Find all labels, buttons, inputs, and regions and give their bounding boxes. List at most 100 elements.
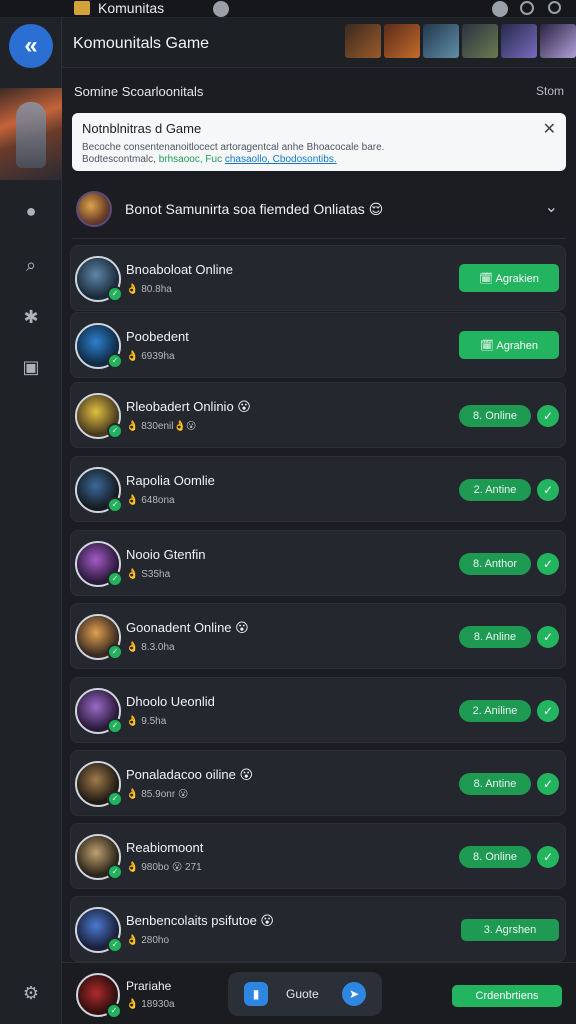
- friend-meta: 👌 80.8ha: [126, 284, 172, 295]
- check-icon: ✓: [107, 937, 123, 953]
- check-icon: ✓: [107, 423, 123, 439]
- friend-name: Benbencolaits psifutoe 😮: [126, 913, 274, 928]
- chat-icon[interactable]: ▮: [244, 982, 268, 1006]
- settings-icon[interactable]: [520, 1, 534, 15]
- check-icon: ✓: [107, 718, 123, 734]
- banner-tile: [345, 24, 381, 58]
- profile-icon[interactable]: ●: [20, 200, 42, 222]
- section-title: Somine Scoarloonitals: [74, 84, 204, 99]
- check-icon: ✓: [107, 286, 123, 302]
- divider: [72, 238, 566, 239]
- back-button[interactable]: «: [9, 24, 53, 68]
- list-item[interactable]: ✓ Poobedent 👌 6939ha 🗓 Agrahen: [70, 312, 566, 378]
- banner-tile: [462, 24, 498, 58]
- friend-meta: 👌 6939ha: [126, 351, 175, 362]
- header: Komounitals Game: [62, 18, 576, 68]
- notice-line: Becoche consentenanoitlocect artoragentc…: [82, 142, 385, 153]
- status-badge[interactable]: 2. Antine: [459, 479, 531, 501]
- check-icon[interactable]: ✓: [537, 846, 559, 868]
- check-icon: ✓: [106, 1003, 122, 1019]
- friend-meta: 👌 980bo 😮 271: [126, 862, 202, 873]
- game-banner: [345, 24, 576, 58]
- friend-meta: 👌 9.5ha: [126, 716, 167, 727]
- notice-highlight: Fuc: [202, 154, 225, 165]
- friend-name: Rleobadert Onlinio 😮: [126, 399, 251, 414]
- check-icon[interactable]: ✓: [537, 773, 559, 795]
- settings-gear-icon[interactable]: ⚙: [20, 982, 42, 1004]
- banner-tile: [384, 24, 420, 58]
- friend-meta: 👌 8.3.0ha: [126, 642, 175, 653]
- check-icon: ✓: [107, 497, 123, 513]
- user-name: Prariahe: [126, 979, 172, 993]
- user-meta: 👌 18930a: [126, 999, 175, 1010]
- group-header[interactable]: Bonot Samunirta soa fiemded Onliatas 😌 ⌄: [72, 183, 566, 235]
- friend-name: Nooio Gtenfin: [126, 547, 206, 562]
- page-title: Komounitals Game: [73, 35, 210, 52]
- list-item[interactable]: ✓ Goonadent Online 😮 👌 8.3.0ha 8. Anline ✓: [70, 603, 566, 669]
- status-badge[interactable]: 8. Anline: [459, 626, 531, 648]
- left-rail: « ● ⌕ ✱ ▣ ⚙: [0, 18, 62, 1024]
- dock-label[interactable]: Guote: [286, 987, 319, 1001]
- friend-name: Dhoolo Ueonlid: [126, 694, 215, 709]
- status-icon[interactable]: [213, 1, 229, 17]
- notice-card: Notnblnitras d Game Becoche consentenano…: [72, 113, 566, 171]
- section-more-link[interactable]: Stom: [536, 84, 564, 98]
- check-icon[interactable]: ✓: [537, 405, 559, 427]
- bottom-bar: ✓ Prariahe 👌 18930a ▮ Guote ➤ Crdenbrtie…: [62, 962, 576, 1024]
- friend-name: Ponaladacoo oiline 😮: [126, 767, 254, 782]
- title-bar: Komunitas: [0, 0, 576, 18]
- list-item[interactable]: ✓ Rleobadert Onlinio 😮 👌 830enil👌😮 8. Onlin…: [70, 382, 566, 448]
- add-friend-button[interactable]: 🗓 Agrahen: [459, 331, 559, 359]
- check-icon: ✓: [107, 644, 123, 660]
- list-item[interactable]: ✓ Reabiomoont 👌 980bo 😮 271 8. Online ✓: [70, 823, 566, 889]
- app-title: Komunitas: [98, 0, 165, 16]
- friend-name: Reabiomoont: [126, 840, 204, 855]
- friend-meta: 👌 85.9onr 😮: [126, 789, 189, 800]
- chevron-down-icon[interactable]: ⌄: [545, 197, 558, 217]
- mute-icon[interactable]: [492, 1, 508, 17]
- check-icon: ✓: [107, 353, 123, 369]
- status-badge[interactable]: 8. Anthor: [459, 553, 531, 575]
- check-icon[interactable]: ✓: [537, 700, 559, 722]
- banner-tile: [540, 24, 576, 58]
- friend-name: Bnoaboloat Online: [126, 262, 233, 277]
- game-art[interactable]: [0, 88, 62, 180]
- double-chevron-left-icon: «: [24, 32, 38, 59]
- add-friend-button[interactable]: 3. Agrshen: [461, 919, 559, 941]
- friend-meta: 👌 648ona: [126, 495, 175, 506]
- friend-name: Poobedent: [126, 329, 189, 344]
- lock-icon[interactable]: ▣: [20, 356, 42, 378]
- search-rail-icon[interactable]: ⌕: [20, 254, 42, 276]
- notice-link[interactable]: chasaollo, Cbodosontibs.: [225, 154, 337, 165]
- group-title: Bonot Samunirta soa fiemded Onliatas 😌: [125, 201, 384, 217]
- send-icon[interactable]: ➤: [342, 982, 366, 1006]
- check-icon[interactable]: ✓: [537, 479, 559, 501]
- check-icon[interactable]: ✓: [537, 626, 559, 648]
- notice-line: Bodtescontmalc, brhsaooc, Fuc chasaollo,…: [82, 154, 556, 166]
- list-item[interactable]: ✓ Bnoaboloat Online 👌 80.8ha 🗓 Agrakien: [70, 245, 566, 311]
- close-icon[interactable]: ✕: [543, 119, 556, 139]
- status-badge[interactable]: 8. Online: [459, 846, 531, 868]
- list-item[interactable]: ✓ Benbencolaits psifutoe 😮 👌 280ho 3. Agrsh…: [70, 896, 566, 962]
- list-item[interactable]: ✓ Rapolia Oomlie 👌 648ona 2. Antine ✓: [70, 456, 566, 522]
- search-icon[interactable]: [548, 1, 561, 14]
- notice-title: Notnblnitras d Game: [82, 121, 202, 136]
- friend-name: Rapolia Oomlie: [126, 473, 215, 488]
- group-avatar: [76, 191, 112, 227]
- status-badge[interactable]: 2. Aniline: [459, 700, 531, 722]
- status-badge[interactable]: 8. Online: [459, 405, 531, 427]
- check-icon[interactable]: ✓: [537, 553, 559, 575]
- notice-highlight: brhsaooc,: [158, 154, 203, 165]
- notice-body: Becoche consentenanoitlocect artoragentc…: [82, 142, 556, 166]
- check-icon: ✓: [107, 864, 123, 880]
- notice-text: Bodtescontmalc,: [82, 154, 159, 165]
- status-badge[interactable]: 8. Antine: [459, 773, 531, 795]
- list-item[interactable]: ✓ Ponaladacoo oiline 😮 👌 85.9onr 😮 8. Antin…: [70, 750, 566, 816]
- add-friend-button[interactable]: 🗓 Agrakien: [459, 264, 559, 292]
- puzzle-icon[interactable]: ✱: [20, 306, 42, 328]
- list-item[interactable]: ✓ Nooio Gtenfin 👌 S35ha 8. Anthor ✓: [70, 530, 566, 596]
- app-icon: [74, 1, 90, 15]
- dock: ▮ Guote ➤: [228, 972, 382, 1016]
- list-item[interactable]: ✓ Dhoolo Ueonlid 👌 9.5ha 2. Aniline ✓: [70, 677, 566, 743]
- credentials-button[interactable]: Crdenbrtiens: [452, 985, 562, 1007]
